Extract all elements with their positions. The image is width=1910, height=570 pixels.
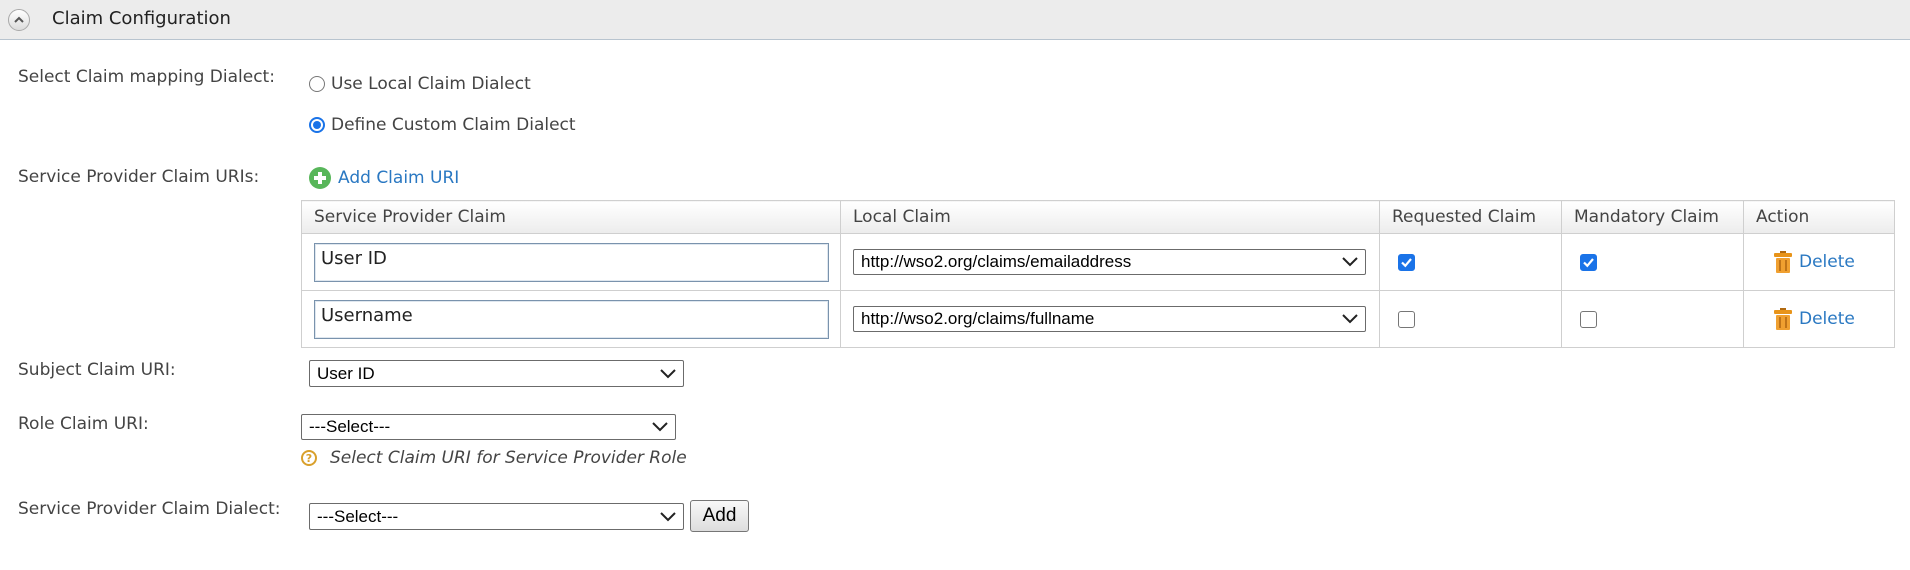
table-row: Username http://wso2.org/claims/fullname… <box>301 290 1895 348</box>
chevron-down-icon <box>660 511 676 521</box>
radio-button[interactable] <box>309 76 325 92</box>
help-icon: ? <box>301 450 317 466</box>
claim-dialect-select[interactable]: ---Select--- <box>309 503 684 530</box>
table-row: User ID http://wso2.org/claims/emailaddr… <box>301 233 1895 291</box>
role-claim-label: Role Claim URI: <box>18 414 149 434</box>
trash-icon <box>1774 308 1792 330</box>
delete-label: Delete <box>1799 309 1855 329</box>
section-header: Claim Configuration <box>0 0 1910 40</box>
chevron-up-icon[interactable] <box>8 9 30 31</box>
section-title: Claim Configuration <box>52 8 231 29</box>
subject-claim-select[interactable]: User ID <box>309 360 684 387</box>
subject-claim-label: Subject Claim URI: <box>18 360 176 380</box>
add-claim-uri-label: Add Claim URI <box>338 168 460 188</box>
local-claim-value: http://wso2.org/claims/emailaddress <box>861 252 1132 271</box>
chevron-down-icon <box>660 368 676 378</box>
trash-icon <box>1774 251 1792 273</box>
radio-local-dialect[interactable]: Use Local Claim Dialect <box>309 74 531 94</box>
radio-local-dialect-label: Use Local Claim Dialect <box>331 74 531 94</box>
role-claim-value: ---Select--- <box>309 417 391 436</box>
dialect-label: Select Claim mapping Dialect: <box>18 67 275 87</box>
delete-button[interactable]: Delete <box>1773 250 1894 274</box>
column-header: Service Provider Claim <box>301 200 841 234</box>
local-claim-select[interactable]: http://wso2.org/claims/fullname <box>853 306 1366 332</box>
chevron-down-icon <box>1342 257 1358 267</box>
mandatory-checkbox[interactable] <box>1580 310 1597 328</box>
column-header: Local Claim <box>840 200 1380 234</box>
add-dialect-button[interactable]: Add <box>690 500 749 532</box>
claim-dialect-label: Service Provider Claim Dialect: <box>18 499 281 519</box>
claim-dialect-value: ---Select--- <box>317 506 399 526</box>
role-claim-hint: ? Select Claim URI for Service Provider … <box>301 448 687 468</box>
radio-custom-dialect-label: Define Custom Claim Dialect <box>331 115 576 135</box>
role-claim-select[interactable]: ---Select--- <box>301 414 676 440</box>
role-claim-hint-text: Select Claim URI for Service Provider Ro… <box>330 448 687 468</box>
sp-claim-input[interactable]: Username <box>314 299 829 339</box>
local-claim-value: http://wso2.org/claims/fullname <box>861 309 1095 328</box>
chevron-down-icon <box>652 422 668 432</box>
claim-mapping-table: Service Provider Claim Local Claim Reque… <box>301 200 1895 348</box>
table-header-row: Service Provider Claim Local Claim Reque… <box>301 200 1895 234</box>
mandatory-checkbox[interactable] <box>1580 253 1597 271</box>
radio-custom-dialect[interactable]: Define Custom Claim Dialect <box>309 115 576 135</box>
requested-checkbox[interactable] <box>1398 310 1415 328</box>
sp-claims-label: Service Provider Claim URIs: <box>18 167 260 187</box>
column-header: Requested Claim <box>1379 200 1562 234</box>
chevron-down-icon <box>1342 314 1358 324</box>
requested-checkbox[interactable] <box>1398 253 1415 271</box>
sp-claim-input[interactable]: User ID <box>314 242 829 282</box>
delete-button[interactable]: Delete <box>1773 307 1894 331</box>
column-header: Mandatory Claim <box>1561 200 1744 234</box>
subject-claim-value: User ID <box>317 363 375 383</box>
delete-label: Delete <box>1799 252 1855 272</box>
radio-button-selected[interactable] <box>309 117 325 133</box>
add-claim-uri-link[interactable]: Add Claim URI <box>309 167 459 189</box>
column-header: Action <box>1743 200 1895 234</box>
add-icon <box>309 167 331 189</box>
local-claim-select[interactable]: http://wso2.org/claims/emailaddress <box>853 249 1366 275</box>
